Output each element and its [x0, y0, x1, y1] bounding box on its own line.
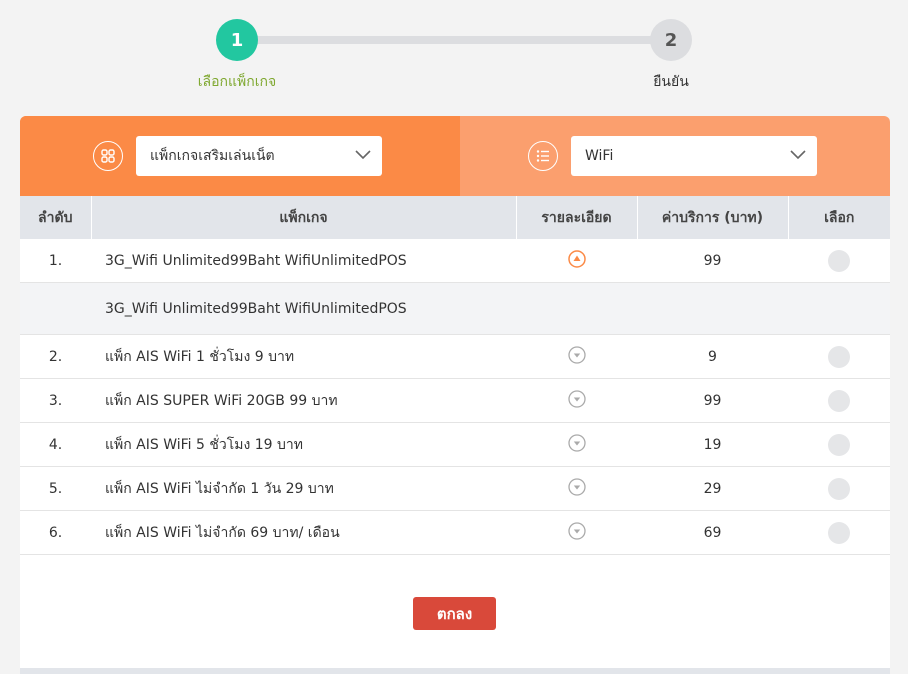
row-index: 3.: [20, 378, 91, 423]
package-category-select[interactable]: แพ็กเกจเสริมเล่นเน็ต: [136, 136, 382, 176]
panel-arrow: [437, 116, 459, 196]
row-price: 99: [637, 239, 788, 283]
expand-details-icon[interactable]: [567, 433, 586, 456]
chevron-down-icon: [789, 148, 807, 166]
select-radio[interactable]: [828, 345, 850, 368]
package-type-select[interactable]: WiFi: [571, 136, 817, 176]
row-index: 6.: [20, 510, 91, 555]
row-price: 29: [637, 466, 788, 511]
step-progress-line: [238, 36, 672, 44]
table-row: 6. แพ็ก AIS WiFi ไม่จำกัด 69 บาท/ เดือน …: [20, 510, 890, 555]
grid-icon: [93, 141, 123, 171]
list-icon: [528, 141, 558, 171]
header-package: แพ็กเกจ: [91, 196, 517, 239]
row-package-name: 3G_Wifi Unlimited99Baht WifiUnlimitedPOS: [91, 239, 516, 283]
step-2-label: ยืนยัน: [653, 74, 689, 90]
expand-details-icon[interactable]: [567, 521, 586, 544]
row-detail: 3G_Wifi Unlimited99Baht WifiUnlimitedPOS: [20, 282, 890, 335]
package-category-value: แพ็กเกจเสริมเล่นเน็ต: [150, 148, 275, 164]
header-price: ค่าบริการ (บาท): [637, 196, 789, 239]
table-row: 4. แพ็ก AIS WiFi 5 ชั่วโมง 19 บาท 19: [20, 422, 890, 467]
row-index: 2.: [20, 334, 91, 379]
table-header-row: ลำดับ แพ็กเกจ รายละเอียด ค่าบริการ (บาท)…: [20, 196, 890, 239]
select-radio[interactable]: [828, 521, 850, 544]
select-radio[interactable]: [828, 433, 850, 456]
step-2-circle: 2: [650, 19, 692, 61]
row-price: 19: [637, 422, 788, 467]
select-radio[interactable]: [828, 389, 850, 412]
row-package-name: แพ็ก AIS WiFi 5 ชั่วโมง 19 บาท: [91, 422, 516, 467]
package-type-value: WiFi: [585, 148, 614, 164]
row-price: 99: [637, 378, 788, 423]
select-radio[interactable]: [828, 249, 850, 272]
chevron-down-icon: [354, 148, 372, 166]
row-detail-text: 3G_Wifi Unlimited99Baht WifiUnlimitedPOS: [91, 282, 890, 335]
row-package-name: แพ็ก AIS WiFi ไม่จำกัด 69 บาท/ เดือน: [91, 510, 516, 555]
header-details: รายละเอียด: [516, 196, 638, 239]
ok-button[interactable]: ตกลง: [413, 597, 496, 630]
expand-details-icon[interactable]: [567, 345, 586, 368]
step-1-label: เลือกแพ็กเกจ: [197, 74, 277, 90]
row-package-name: แพ็ก AIS SUPER WiFi 20GB 99 บาท: [91, 378, 516, 423]
collapse-details-icon[interactable]: [567, 249, 586, 272]
expand-details-icon[interactable]: [567, 477, 586, 500]
filter-bar: แพ็กเกจเสริมเล่นเน็ต WiFi: [20, 116, 890, 196]
row-index: 4.: [20, 422, 91, 467]
table-row: 5. แพ็ก AIS WiFi ไม่จำกัด 1 วัน 29 บาท 2…: [20, 466, 890, 511]
table-row: 3. แพ็ก AIS SUPER WiFi 20GB 99 บาท 99: [20, 378, 890, 423]
table-row: 1. 3G_Wifi Unlimited99Baht WifiUnlimited…: [20, 239, 890, 283]
row-package-name: แพ็ก AIS WiFi ไม่จำกัด 1 วัน 29 บาท: [91, 466, 516, 511]
expand-details-icon[interactable]: [567, 389, 586, 412]
stepper: 1 2 เลือกแพ็กเกจ ยืนยัน: [0, 0, 908, 100]
row-package-name: แพ็ก AIS WiFi 1 ชั่วโมง 9 บาท: [91, 334, 516, 379]
step-1-circle: 1: [216, 19, 258, 61]
row-price: 69: [637, 510, 788, 555]
select-radio[interactable]: [828, 477, 850, 500]
row-index: 5.: [20, 466, 91, 511]
row-index: 1.: [20, 239, 91, 283]
header-index: ลำดับ: [20, 196, 92, 239]
row-price: 9: [637, 334, 788, 379]
table-row: 2. แพ็ก AIS WiFi 1 ชั่วโมง 9 บาท 9: [20, 334, 890, 379]
header-select: เลือก: [788, 196, 890, 239]
footer-strip: [20, 668, 890, 674]
